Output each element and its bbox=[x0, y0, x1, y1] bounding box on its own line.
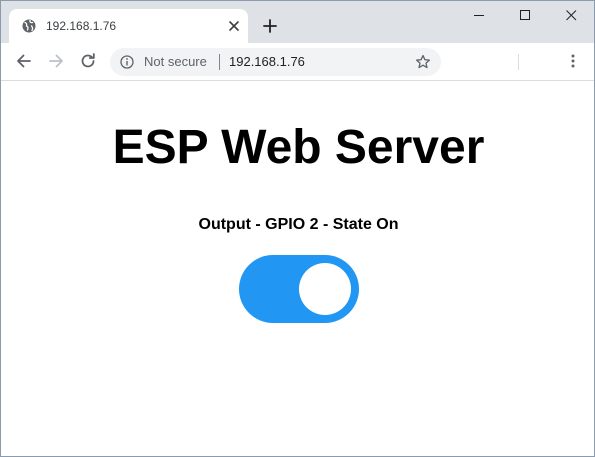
tab-title: 192.168.1.76 bbox=[46, 19, 117, 33]
kebab-menu-icon[interactable] bbox=[565, 53, 581, 69]
minimize-button[interactable] bbox=[456, 1, 502, 31]
gpio-toggle-switch[interactable] bbox=[239, 255, 359, 323]
toolbar-separator bbox=[518, 54, 519, 70]
tab-strip: 192.168.1.76 bbox=[1, 1, 594, 43]
page-title: ESP Web Server bbox=[112, 121, 485, 174]
output-state-label: Output - GPIO 2 - State On bbox=[198, 216, 399, 233]
info-icon[interactable] bbox=[120, 55, 134, 69]
arrow-left-icon[interactable] bbox=[14, 51, 34, 71]
tab-close-icon[interactable] bbox=[227, 19, 241, 33]
minimize-icon bbox=[474, 15, 484, 16]
star-icon[interactable] bbox=[415, 54, 431, 70]
close-icon bbox=[566, 10, 577, 21]
browser-window: 192.168.1.76 Not secure 192.168.1.76 ESP… bbox=[0, 0, 595, 457]
security-status-label[interactable]: Not secure bbox=[144, 54, 207, 70]
new-tab-plus-icon[interactable] bbox=[262, 18, 278, 34]
page-content: ESP Web Server Output - GPIO 2 - State O… bbox=[1, 81, 594, 456]
maximize-button[interactable] bbox=[502, 1, 548, 31]
address-divider bbox=[219, 54, 220, 70]
arrow-right-icon[interactable] bbox=[46, 51, 66, 71]
globe-icon bbox=[22, 19, 36, 33]
toggle-knob[interactable] bbox=[299, 263, 351, 315]
browser-tab[interactable]: 192.168.1.76 bbox=[9, 9, 248, 43]
url-text[interactable]: 192.168.1.76 bbox=[229, 54, 305, 70]
address-bar[interactable]: Not secure 192.168.1.76 bbox=[110, 48, 441, 76]
reload-icon[interactable] bbox=[78, 51, 98, 71]
maximize-icon bbox=[520, 10, 530, 20]
window-close-button[interactable] bbox=[548, 1, 594, 31]
browser-toolbar: Not secure 192.168.1.76 bbox=[1, 43, 594, 81]
